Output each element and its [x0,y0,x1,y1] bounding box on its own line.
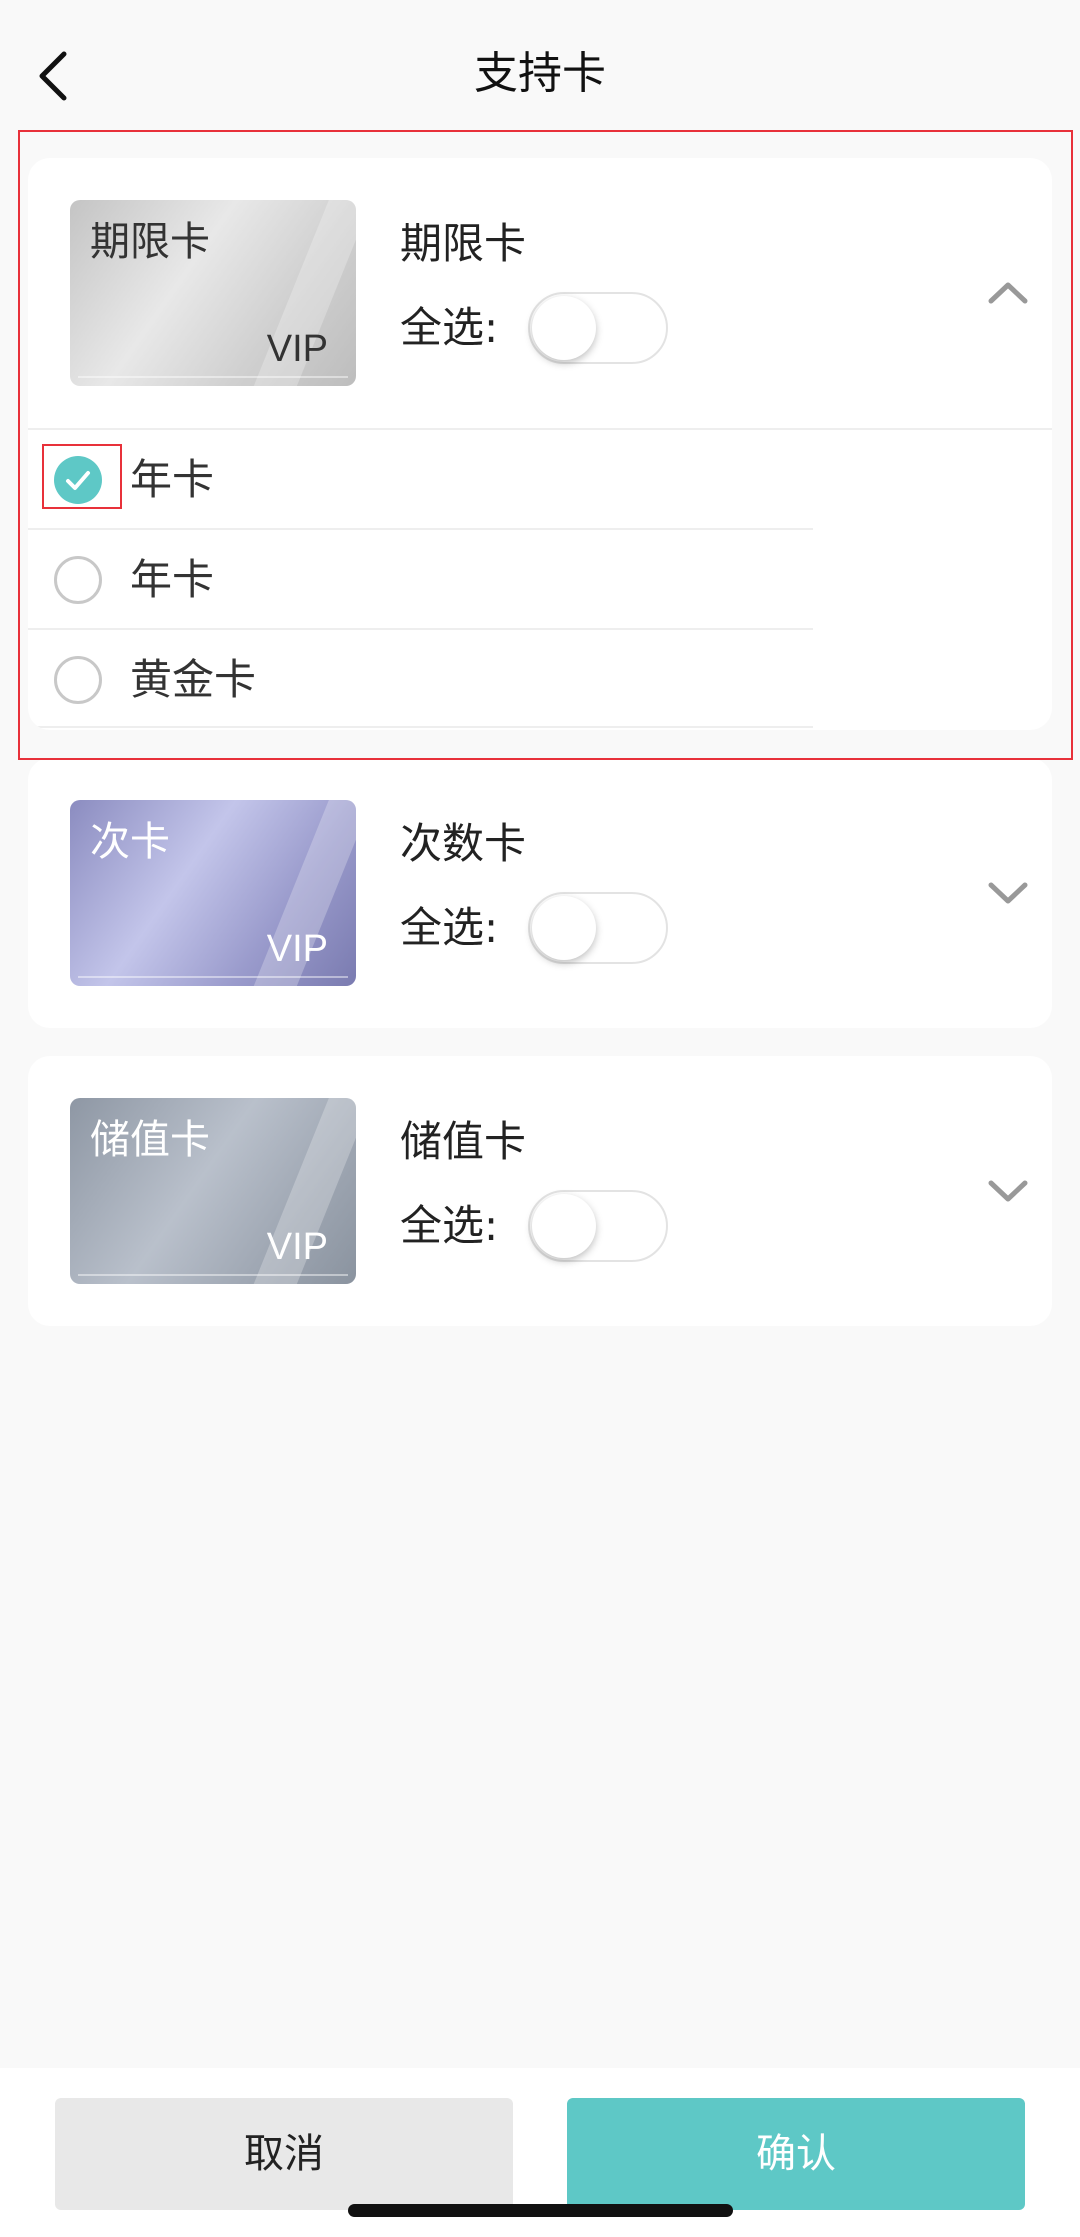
page-title: 支持卡 [474,48,606,99]
select-all-label: 全选: [400,1201,499,1250]
card-vip-label: VIP [266,928,328,970]
select-all-label: 全选: [400,303,499,352]
chevron-down-icon [988,882,1028,904]
list-item[interactable]: 年卡 [28,428,1052,528]
card-inner-line [78,1274,348,1276]
collapse-toggle[interactable] [983,263,1033,323]
vip-card-image: 期限卡 VIP [70,200,356,386]
select-all-toggle[interactable] [528,892,668,964]
cancel-button[interactable]: 取消 [55,2098,513,2210]
chevron-down-icon [988,1180,1028,1202]
group-header[interactable]: 储值卡 VIP 储值卡 全选: [28,1056,1052,1326]
card-tag-label: 期限卡 [90,219,210,265]
list-item-label: 黄金卡 [130,655,257,704]
check-icon [66,471,90,490]
group-name: 次数卡 [400,819,527,868]
group-name: 期限卡 [400,219,527,268]
confirm-button[interactable]: 确认 [567,2098,1025,2210]
group-name: 储值卡 [400,1117,527,1166]
card-group-count: 次卡 VIP 次数卡 全选: [28,758,1052,1028]
card-vip-label: VIP [266,1226,328,1268]
expand-toggle[interactable] [983,1161,1033,1221]
select-all-toggle[interactable] [528,292,668,364]
nav-header: 支持卡 [0,0,1080,150]
expand-toggle[interactable] [983,863,1033,923]
vip-card-image: 储值卡 VIP [70,1098,356,1284]
vip-card-image: 次卡 VIP [70,800,356,986]
group-header[interactable]: 次卡 VIP 次数卡 全选: [28,758,1052,1028]
group-header[interactable]: 期限卡 VIP 期限卡 全选: [28,158,1052,428]
card-inner-line [78,376,348,378]
card-group-stored-value: 储值卡 VIP 储值卡 全选: [28,1056,1052,1326]
checkbox-unchecked[interactable] [54,556,102,604]
checkbox-checked[interactable] [54,456,102,504]
list-item[interactable]: 黄金卡 [28,628,813,728]
card-tag-label: 次卡 [90,819,170,865]
divider [28,726,813,728]
card-inner-line [78,976,348,978]
toggle-knob [532,1194,596,1258]
list-item-label: 年卡 [130,555,215,604]
home-indicator [348,2204,733,2217]
toggle-knob [532,896,596,960]
list-item[interactable]: 年卡 [28,528,813,628]
card-tag-label: 储值卡 [90,1117,210,1163]
select-all-label: 全选: [400,903,499,952]
toggle-knob [532,296,596,360]
select-all-toggle[interactable] [528,1190,668,1262]
card-group-period: 期限卡 VIP 期限卡 全选: 年卡 年卡 黄金卡 [28,158,1052,730]
list-item-label: 年卡 [130,455,215,504]
checkbox-unchecked[interactable] [54,656,102,704]
chevron-up-icon [988,282,1028,304]
card-vip-label: VIP [266,328,328,370]
